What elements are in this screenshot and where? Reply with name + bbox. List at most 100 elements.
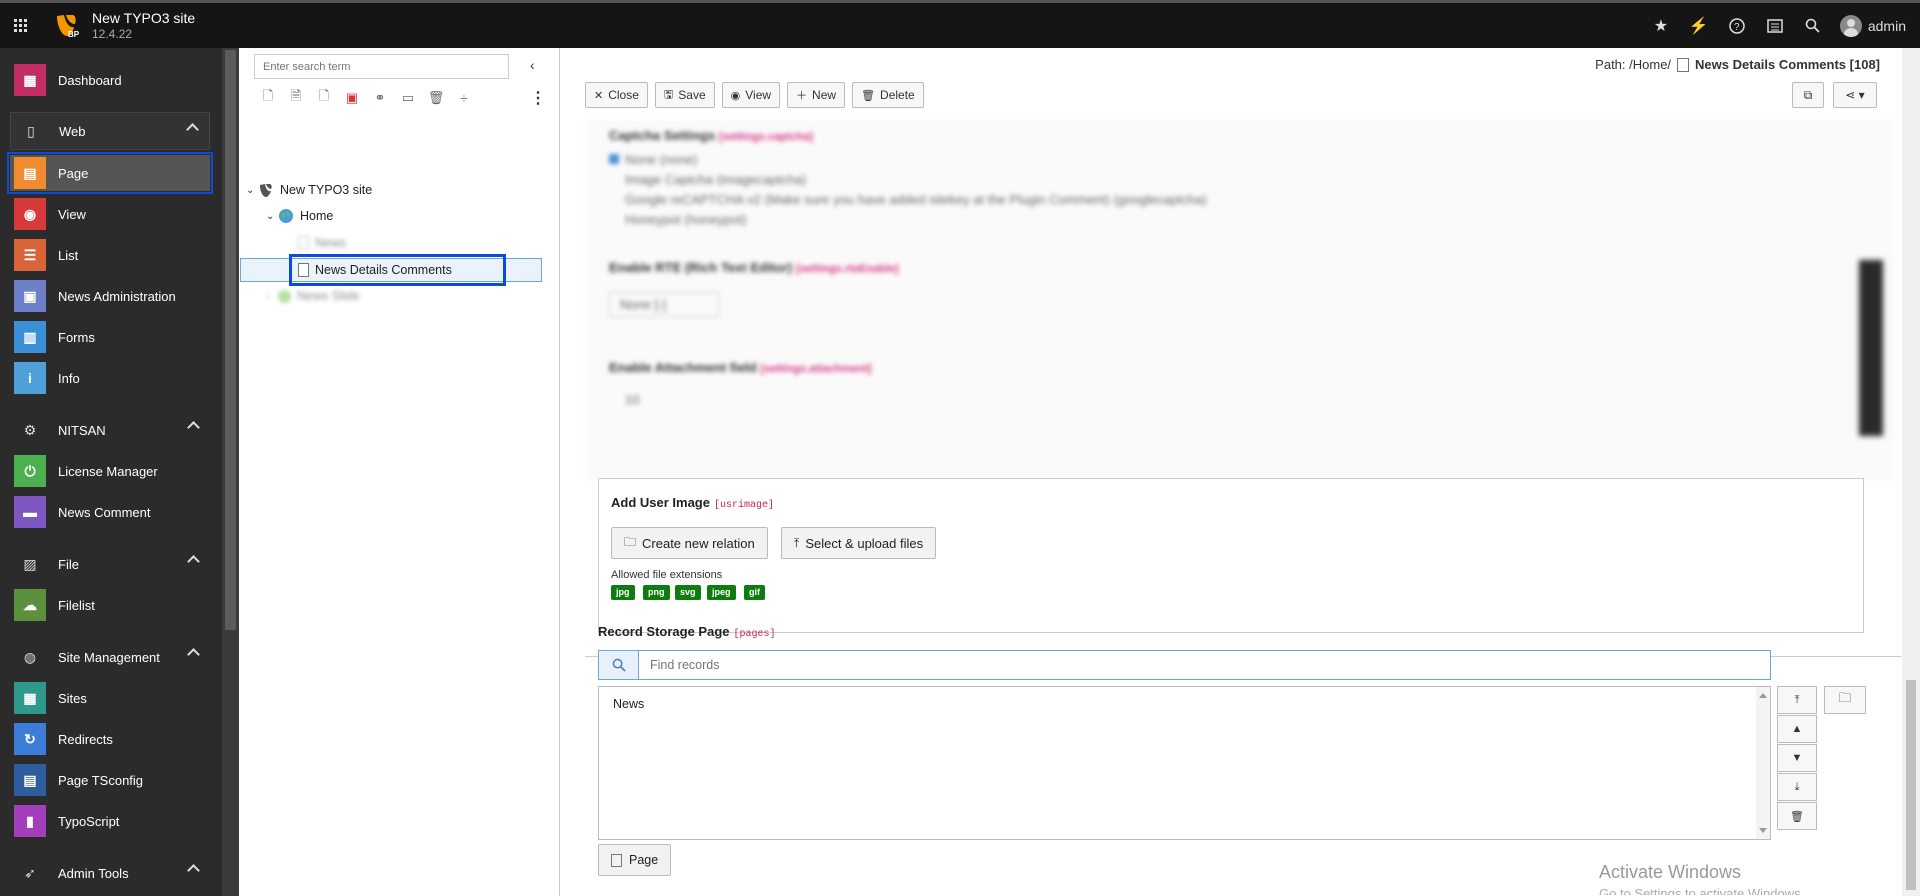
module-page-tsconfig[interactable]: ▤ Page TSconfig [10, 762, 210, 798]
module-typoscript[interactable]: ▮ TypoScript [10, 803, 210, 839]
search-icon[interactable] [1794, 3, 1832, 48]
button-label: View [745, 88, 772, 102]
captcha-option[interactable]: Image Captcha (imagecaptcha) [625, 172, 806, 187]
find-records-input[interactable] [639, 651, 1770, 679]
module-list[interactable]: ☰ List [10, 237, 210, 273]
view-button[interactable]: ◉ View [721, 82, 781, 108]
bolt-icon[interactable]: ⚡ [1680, 3, 1718, 48]
attachment-value[interactable]: 10 [625, 392, 639, 407]
group-web[interactable]: ▯ Web [10, 112, 210, 150]
node-label: News Slide [297, 289, 360, 303]
captcha-option[interactable]: Google reCAPTCHA v2 (Make sure you have … [625, 192, 1207, 207]
captcha-option[interactable]: None (none) [609, 152, 697, 167]
module-info[interactable]: i Info [10, 360, 210, 396]
help-icon[interactable]: ? [1718, 3, 1756, 48]
page-icon [298, 236, 309, 250]
open-new-window-button[interactable]: ⧉ [1792, 82, 1824, 108]
grid-icon [13, 19, 27, 32]
user-menu[interactable]: admin [1832, 14, 1920, 37]
new-page-icon[interactable]: 🗋 [254, 88, 282, 108]
new-page-error-icon[interactable]: ▣ [338, 88, 366, 108]
add-page-button[interactable]: Page [598, 844, 672, 876]
share-button[interactable]: ⋖ ▾ [1833, 82, 1877, 108]
group-file[interactable]: ▨ File [10, 545, 210, 583]
module-label: Sites [58, 690, 87, 706]
divider-icon[interactable]: ÷ [450, 88, 478, 108]
captcha-option[interactable]: Honeypot (honeypot) [625, 212, 746, 227]
selected-records-list[interactable]: News [598, 686, 1771, 840]
group-admin-tools[interactable]: ➶ Admin Tools [10, 854, 210, 892]
delete-button[interactable]: 🗑 Delete [852, 82, 924, 108]
module-license-manager[interactable]: ⏻ License Manager [10, 453, 210, 489]
module-label: List [58, 247, 79, 263]
tree-node-home[interactable]: ⌄ Home [266, 205, 333, 227]
list-item[interactable]: News [613, 697, 644, 711]
button-label: Select & upload files [805, 535, 924, 551]
tree-node-root[interactable]: ⌄ New TYPO3 site [246, 179, 372, 201]
tree-search-input[interactable] [254, 54, 509, 79]
button-label: Save [678, 88, 706, 102]
tree-node-news-slide[interactable]: › News Slide [266, 285, 360, 307]
attachment-title: Enable Attachment field [settings.attach… [609, 360, 872, 375]
new-button[interactable]: ＋ New [787, 82, 846, 108]
group-label: File [58, 556, 79, 572]
trash-icon[interactable]: 🗑 [422, 88, 450, 108]
image-icon: ▨ [23, 555, 37, 572]
move-to-top-button[interactable]: ⤒ [1777, 686, 1817, 714]
module-news-administration[interactable]: ▣ News Administration [10, 278, 210, 314]
rte-select[interactable]: None [-] [609, 292, 719, 317]
upload-files-button[interactable]: ⤒ Select & upload files [781, 527, 937, 559]
module-label: View [58, 206, 86, 222]
star-icon[interactable]: ★ [1642, 3, 1680, 48]
module-dashboard[interactable]: ▦ Dashboard [10, 62, 210, 98]
news-icon: ▣ [14, 280, 46, 312]
module-redirects[interactable]: ↻ Redirects [10, 721, 210, 757]
list-icon[interactable] [1756, 3, 1794, 48]
apps-menu-button[interactable] [0, 3, 40, 48]
page-tree: ‹ 🗋 🗎 🗋 ▣ ⚭ ▭ 🗑 ÷ ⋮ ⌄ New TYPO3 site ⌄ H… [240, 48, 560, 896]
module-label: Page [58, 165, 89, 181]
link-icon[interactable]: ⚭ [366, 88, 394, 108]
save-button[interactable]: 🖫 Save [654, 82, 715, 108]
move-down-button[interactable]: ▼ [1777, 744, 1817, 772]
module-news-comment[interactable]: ▬ News Comment [10, 494, 210, 530]
save-icon: 🖫 [663, 88, 674, 101]
group-label: NITSAN [58, 422, 106, 438]
typo3-logo[interactable]: BP [54, 12, 80, 38]
group-nitsan[interactable]: ⚙ NITSAN [10, 411, 210, 449]
module-label: News Comment [58, 504, 151, 520]
group-site-management[interactable]: ◍ Site Management [10, 638, 210, 676]
globe-icon [278, 289, 291, 303]
new-page-advanced-icon[interactable]: 🗎 [282, 88, 310, 108]
blurred-settings-section: Captcha Settings [settings.captcha] None… [585, 120, 1895, 480]
module-label: News Administration [58, 288, 176, 304]
find-records-group [598, 650, 1771, 680]
more-icon[interactable]: ⋮ [530, 88, 546, 108]
new-page-shortcut-icon[interactable]: 🗋 [310, 88, 338, 108]
move-to-bottom-button[interactable]: ⤓ [1777, 773, 1817, 801]
browse-records-button[interactable]: 🗀 [1824, 686, 1866, 714]
svg-text:BP: BP [68, 30, 80, 38]
module-view[interactable]: ◉ View [10, 196, 210, 232]
tree-node-news[interactable]: News [298, 232, 346, 254]
collapse-tree-icon[interactable]: ‹ [530, 57, 546, 73]
content-scrollbar[interactable] [1902, 48, 1920, 896]
content-area: Path: /Home/ News Details Comments [108]… [561, 48, 1920, 896]
move-up-button[interactable]: ▲ [1777, 715, 1817, 743]
module-forms[interactable]: ▥ Forms [10, 319, 210, 355]
path-label: Path: /Home/ [1595, 57, 1672, 72]
extension-badge: jpeg [707, 585, 736, 600]
folder-icon: 🗀 [1838, 690, 1852, 705]
module-menu-scrollbar[interactable] [222, 48, 239, 896]
remove-record-button[interactable]: 🗑 [1777, 802, 1817, 830]
search-icon [599, 651, 639, 679]
close-button[interactable]: ✕ Close [585, 82, 648, 108]
redirect-icon: ↻ [14, 723, 46, 755]
folder-icon[interactable]: ▭ [394, 88, 422, 108]
list-scrollbar[interactable] [1756, 687, 1770, 839]
module-filelist[interactable]: ☁ Filelist [10, 587, 210, 623]
create-relation-button[interactable]: 🗀 Create new relation [611, 527, 768, 559]
module-sites[interactable]: ▦ Sites [10, 680, 210, 716]
module-page[interactable]: ▤ Page [7, 152, 213, 194]
avatar [1839, 14, 1862, 37]
